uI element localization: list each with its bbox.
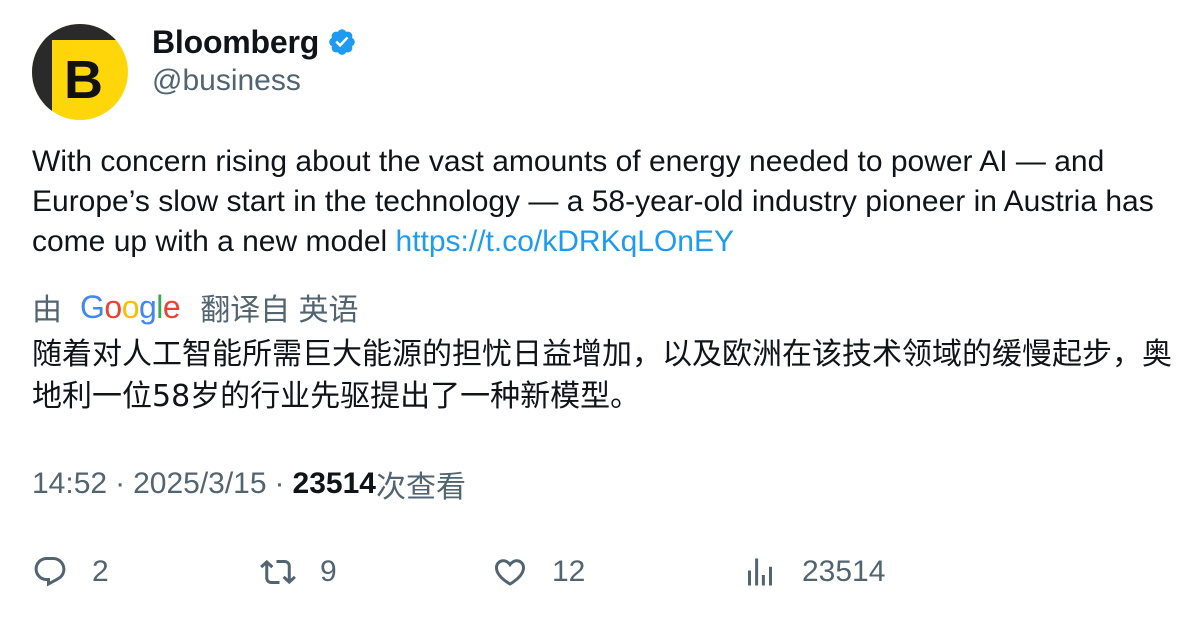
google-logo-letter: o bbox=[121, 288, 140, 325]
reply-count: 2 bbox=[92, 555, 109, 588]
like-button[interactable]: 12 bbox=[492, 550, 585, 594]
meta-separator: · bbox=[274, 467, 285, 500]
google-logo[interactable]: Google bbox=[80, 288, 181, 326]
meta-separator: · bbox=[115, 467, 126, 500]
avatar[interactable]: B bbox=[32, 24, 128, 120]
translated-text: 随着对人工智能所需巨大能源的担忧日益增加，以及欧洲在该技术领域的缓慢起步，奥地利… bbox=[32, 337, 1172, 414]
action-bar: 2 9 12 23514 bbox=[32, 550, 1164, 594]
views-count: 23514 bbox=[802, 555, 886, 588]
google-logo-letter: e bbox=[162, 288, 181, 325]
reply-button[interactable]: 2 bbox=[32, 550, 109, 594]
tweet-date[interactable]: 2025/3/15 bbox=[133, 467, 266, 501]
tweet-link[interactable]: https://t.co/kDRKqLOnEY bbox=[396, 225, 734, 258]
reply-icon bbox=[32, 554, 68, 590]
translation-suffix: 翻译自 英语 bbox=[200, 294, 359, 327]
tweet-meta: 14:52 · 2025/3/15 · 23514 次查看 bbox=[32, 464, 466, 504]
heart-icon bbox=[492, 554, 528, 590]
author-display-name[interactable]: Bloomberg bbox=[152, 24, 319, 61]
retweet-button[interactable]: 9 bbox=[260, 550, 337, 594]
meta-views-count: 23514 bbox=[292, 467, 376, 500]
retweet-icon bbox=[260, 554, 296, 590]
translation-prefix: 由 bbox=[32, 294, 62, 327]
analytics-icon bbox=[742, 554, 778, 590]
avatar-letter: B bbox=[64, 50, 103, 110]
meta-views-label: 次查看 bbox=[375, 471, 466, 504]
google-logo-letter: o bbox=[104, 288, 122, 325]
tweet-time[interactable]: 14:52 bbox=[32, 467, 107, 501]
author-name-row: Bloomberg bbox=[152, 22, 357, 62]
author-handle[interactable]: @business bbox=[152, 64, 301, 98]
tweet-card: B Bloomberg @business With concern risin… bbox=[0, 0, 1196, 618]
google-logo-letter: l bbox=[156, 288, 163, 325]
translation-attribution: 由 Google 翻译自 英语 bbox=[32, 286, 359, 328]
views-button[interactable]: 23514 bbox=[742, 550, 885, 594]
google-logo-letter: g bbox=[138, 288, 157, 325]
verified-badge-icon bbox=[327, 27, 357, 57]
retweet-count: 9 bbox=[320, 555, 337, 588]
like-count: 12 bbox=[552, 555, 586, 588]
google-logo-letter: G bbox=[80, 288, 105, 325]
avatar-side-band bbox=[32, 24, 52, 120]
tweet-text: With concern rising about the vast amoun… bbox=[32, 142, 1164, 262]
